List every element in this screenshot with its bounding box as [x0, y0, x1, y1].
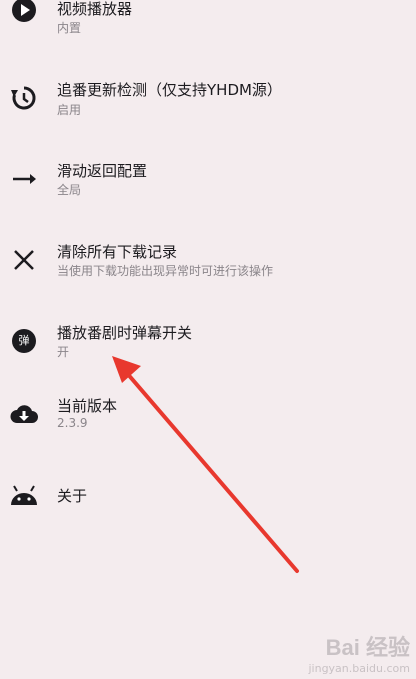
watermark-brand: Bai 经验: [325, 635, 410, 660]
setting-title: 清除所有下载记录: [57, 243, 178, 261]
setting-title: 当前版本: [57, 397, 118, 415]
close-icon: [8, 244, 40, 276]
setting-title: 追番更新检测（仅支持YHDM源）: [57, 81, 282, 99]
setting-subtitle: 内置: [57, 21, 82, 35]
watermark: Bai 经验 jingyan.baidu.com: [308, 630, 410, 675]
setting-video-player[interactable]: 视频播放器 内置: [0, 0, 416, 50]
setting-about[interactable]: 关于: [0, 466, 416, 526]
setting-title: 视频播放器: [57, 0, 133, 18]
setting-title: 播放番剧时弹幕开关: [57, 324, 193, 342]
setting-subtitle: 当使用下载功能出现异常时可进行该操作: [57, 264, 274, 278]
update-icon: [8, 82, 40, 114]
setting-update-check[interactable]: 追番更新检测（仅支持YHDM源） 启用: [0, 60, 416, 130]
android-icon: [8, 480, 40, 512]
play-circle-icon: [8, 0, 40, 26]
setting-version[interactable]: 当前版本 2.3.9: [0, 376, 416, 446]
setting-subtitle: 启用: [57, 103, 82, 117]
setting-subtitle: 开: [57, 345, 70, 359]
setting-title: 关于: [57, 487, 88, 505]
cloud-download-icon: [8, 398, 40, 430]
setting-danmaku-toggle[interactable]: 弹 播放番剧时弹幕开关 开: [0, 303, 416, 373]
setting-title: 滑动返回配置: [57, 162, 148, 180]
danmaku-icon: 弹: [8, 325, 40, 357]
setting-subtitle: 全局: [57, 183, 82, 197]
setting-swipe-back[interactable]: 滑动返回配置 全局: [0, 141, 416, 211]
watermark-url: jingyan.baidu.com: [308, 662, 410, 675]
setting-clear-downloads[interactable]: 清除所有下载记录 当使用下载功能出现异常时可进行该操作: [0, 222, 416, 292]
setting-subtitle: 2.3.9: [57, 416, 88, 430]
arrow-right-icon: [8, 163, 40, 195]
